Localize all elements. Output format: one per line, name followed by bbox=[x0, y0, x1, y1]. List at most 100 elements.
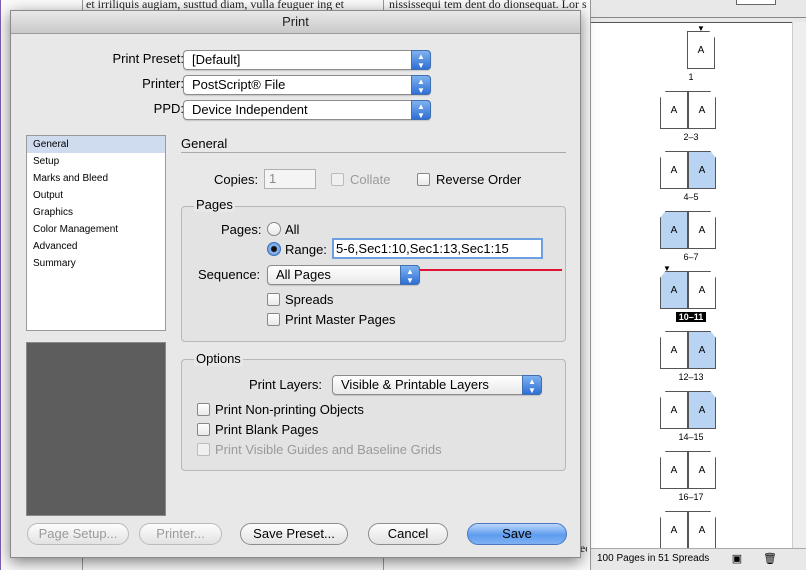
pages-all-radio[interactable] bbox=[267, 222, 281, 236]
options-group-title: Options bbox=[194, 351, 243, 366]
spread-label: 14–15 bbox=[678, 432, 704, 442]
page-thumbnail[interactable]: A bbox=[688, 271, 716, 309]
print-guides-checkbox[interactable] bbox=[197, 443, 210, 456]
page-spread[interactable]: A A 16–17 bbox=[591, 451, 791, 509]
page-spread[interactable]: A A 4–5 bbox=[591, 151, 791, 209]
cancel-button[interactable]: Cancel bbox=[368, 523, 448, 545]
print-preset-select[interactable]: [Default] ▲ ▼ bbox=[183, 50, 431, 70]
sidebar-item-summary[interactable]: Summary bbox=[27, 255, 165, 272]
new-page-icon[interactable]: ▣ bbox=[731, 553, 743, 565]
print-blank-pages-label: Print Blank Pages bbox=[215, 422, 319, 437]
chevron-updown-icon: ▲ ▼ bbox=[522, 375, 542, 395]
page-spread[interactable]: AA bbox=[591, 511, 791, 548]
page-spreads-list[interactable]: A ▼ 1 A A 2–3 A A 4–5 A A 6–7 A A ▼ 10–11 A A 12–13 A A 14–15… bbox=[591, 22, 792, 548]
page-thumbnail[interactable]: A bbox=[688, 151, 716, 189]
pages-status-bar: 100 Pages in 51 Spreads ▣ 🗑 bbox=[591, 548, 806, 570]
copies-field[interactable]: 1 bbox=[264, 169, 316, 189]
ppd-value: Device Independent bbox=[192, 102, 308, 117]
print-layers-value: Visible & Printable Layers bbox=[341, 377, 489, 392]
print-non-printing-checkbox[interactable] bbox=[197, 403, 210, 416]
page-spread[interactable]: A A 14–15 bbox=[591, 391, 791, 449]
reverse-order-label: Reverse Order bbox=[436, 172, 522, 187]
print-preset-value: [Default] bbox=[192, 52, 241, 67]
collate-label: Collate bbox=[350, 172, 391, 187]
spread-marker-icon: ▼ bbox=[697, 24, 705, 33]
page-thumbnail[interactable]: A bbox=[688, 451, 716, 489]
pages-group-title: Pages bbox=[194, 197, 235, 212]
sidebar-item-color-management[interactable]: Color Management bbox=[27, 221, 165, 238]
page-thumbnail[interactable]: A bbox=[688, 211, 716, 249]
page-spread[interactable]: A A ▼ 10–11 bbox=[591, 265, 791, 329]
sequence-label: Sequence: bbox=[198, 267, 261, 282]
page-thumbnail[interactable]: A bbox=[660, 331, 688, 369]
sidebar-item-graphics[interactable]: Graphics bbox=[27, 204, 165, 221]
page-thumbnail[interactable]: A bbox=[660, 151, 688, 189]
sidebar-item-output[interactable]: Output bbox=[27, 187, 165, 204]
page-thumbnail[interactable]: A bbox=[660, 391, 688, 429]
page-setup-button[interactable]: Page Setup... bbox=[27, 523, 129, 545]
section-title: General bbox=[181, 136, 228, 151]
spreads-checkbox[interactable] bbox=[267, 293, 280, 306]
page-spread[interactable]: A A 6–7 bbox=[591, 211, 791, 269]
pages-label: Pages: bbox=[221, 222, 262, 237]
page-thumbnail[interactable]: A bbox=[660, 511, 688, 548]
dialog-title: Print bbox=[11, 11, 580, 34]
spread-label: 4–5 bbox=[683, 192, 699, 202]
sidebar-item-general[interactable]: General bbox=[27, 136, 165, 153]
page-spread[interactable]: A A 12–13 bbox=[591, 331, 791, 389]
spread-label: 10–11 bbox=[675, 312, 707, 322]
trash-icon[interactable]: 🗑 bbox=[763, 553, 777, 565]
pages-range-radio[interactable] bbox=[267, 242, 281, 256]
printer-select[interactable]: PostScript® File ▲ ▼ bbox=[183, 75, 431, 95]
collate-checkbox[interactable] bbox=[331, 173, 344, 186]
spread-label: 12–13 bbox=[678, 372, 704, 382]
pages-range-input[interactable]: 5-6,Sec1:10,Sec1:13,Sec1:15 bbox=[332, 238, 543, 259]
pages-range-label: Range: bbox=[285, 242, 327, 257]
spread-marker-icon: ▼ bbox=[663, 264, 671, 273]
spread-label: 1 bbox=[688, 72, 694, 82]
spread-label: 16–17 bbox=[678, 492, 704, 502]
page-spread[interactable]: A A 2–3 bbox=[591, 91, 791, 149]
sequence-value: All Pages bbox=[276, 267, 331, 282]
page-thumbnail[interactable]: A bbox=[660, 451, 688, 489]
save-button[interactable]: Save bbox=[467, 523, 567, 545]
pages-all-label: All bbox=[285, 222, 300, 237]
sidebar-item-advanced[interactable]: Advanced bbox=[27, 238, 165, 255]
ppd-select[interactable]: Device Independent ▲ ▼ bbox=[183, 100, 431, 120]
print-master-pages-checkbox[interactable] bbox=[267, 313, 280, 326]
print-preview bbox=[26, 342, 166, 516]
chevron-updown-icon: ▲ ▼ bbox=[411, 75, 431, 95]
printer-button[interactable]: Printer... bbox=[139, 523, 222, 545]
section-divider bbox=[181, 152, 566, 153]
page-thumbnail[interactable]: A bbox=[688, 391, 716, 429]
chevron-updown-icon: ▲ ▼ bbox=[411, 100, 431, 120]
print-blank-pages-checkbox[interactable] bbox=[197, 423, 210, 436]
pages-scrollbar[interactable] bbox=[792, 22, 806, 548]
page-spread[interactable]: A ▼ 1 bbox=[591, 25, 791, 89]
print-layers-select[interactable]: Visible & Printable Layers ▲ ▼ bbox=[332, 375, 542, 395]
spread-label: 6–7 bbox=[683, 252, 699, 262]
sidebar-item-setup[interactable]: Setup bbox=[27, 153, 165, 170]
page-thumbnail[interactable]: A bbox=[660, 271, 688, 309]
page-thumbnail[interactable]: A bbox=[688, 91, 716, 129]
copies-label: Copies: bbox=[214, 172, 259, 187]
print-guides-label: Print Visible Guides and Baseline Grids bbox=[215, 442, 442, 457]
chevron-updown-icon: ▲ ▼ bbox=[411, 50, 431, 70]
print-dialog: Print Print Preset: [Default] ▲ ▼ Printer… bbox=[10, 10, 581, 558]
save-preset-button[interactable]: Save Preset... bbox=[240, 523, 348, 545]
sequence-select[interactable]: All Pages ▲ ▼ bbox=[267, 265, 420, 285]
sidebar-item-marks-and-bleed[interactable]: Marks and Bleed bbox=[27, 170, 165, 187]
page-thumbnail[interactable]: A bbox=[688, 511, 716, 548]
page-thumbnail[interactable]: A bbox=[687, 31, 715, 69]
print-master-pages-label: Print Master Pages bbox=[285, 312, 396, 327]
reverse-order-checkbox[interactable] bbox=[417, 173, 430, 186]
page-thumbnail[interactable]: A bbox=[688, 331, 716, 369]
pages-panel: A ▼ 1 A A 2–3 A A 4–5 A A 6–7 A A ▼ 10–11 A A 12–13 A A 14–15… bbox=[590, 0, 806, 570]
chevron-updown-icon: ▲ ▼ bbox=[400, 265, 420, 285]
print-preset-label: Print Preset: bbox=[112, 51, 184, 66]
page-thumbnail[interactable]: A bbox=[660, 211, 688, 249]
print-layers-label: Print Layers: bbox=[249, 377, 322, 392]
print-categories-list[interactable]: General Setup Marks and Bleed Output Graphic… bbox=[26, 135, 166, 331]
page-thumbnail[interactable]: A bbox=[660, 91, 688, 129]
master-pages-area bbox=[591, 0, 806, 18]
